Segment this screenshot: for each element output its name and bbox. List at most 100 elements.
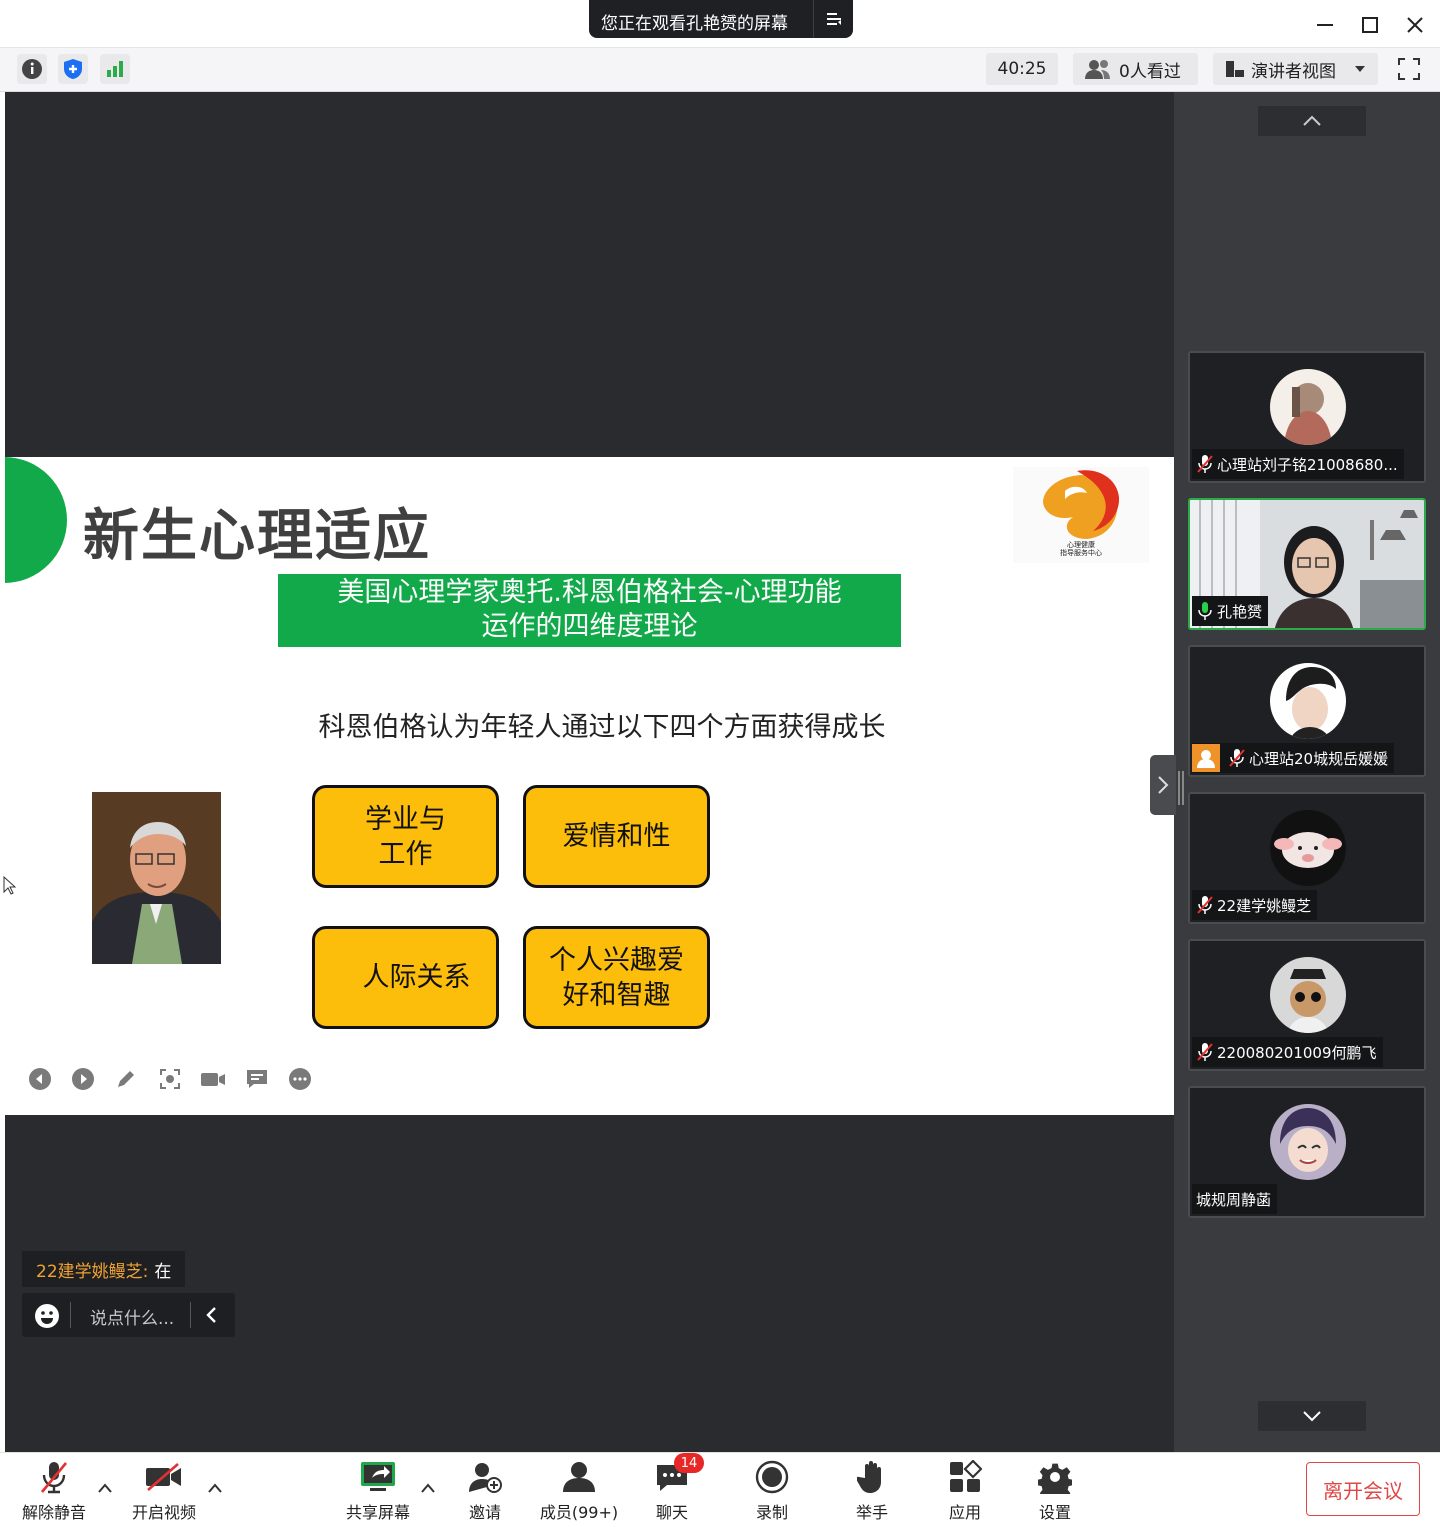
box-line: 个人兴趣爱	[549, 944, 684, 976]
chat-button[interactable]: 14 聊天	[642, 1453, 704, 1525]
chat-bubble: 22建学姚鳗芝: 在	[22, 1251, 186, 1287]
members-label: 成员(99+)	[539, 1503, 619, 1522]
participant-avatar	[1270, 369, 1346, 445]
add-user-icon	[469, 1463, 502, 1493]
leave-meeting-button[interactable]: 离开会议	[1306, 1462, 1420, 1516]
record-button[interactable]: 录制	[742, 1457, 802, 1525]
participant-name: 心理站20城规岳媛媛	[1249, 749, 1389, 768]
viewers-button[interactable]: 0人看过	[1073, 53, 1198, 85]
psych-center-logo: 心理健康 指导服务中心	[1013, 467, 1149, 563]
slide-green-circle	[5, 457, 67, 583]
meeting-timer: 40:25	[986, 53, 1058, 85]
unmute-label: 解除静音	[21, 1503, 86, 1522]
settings-label: 设置	[1038, 1503, 1071, 1522]
emoji-icon[interactable]	[34, 1303, 60, 1329]
gear-icon	[1038, 1463, 1072, 1494]
zoom-focus-icon[interactable]	[157, 1066, 183, 1092]
chat-input-bar[interactable]: 说点什么...	[22, 1293, 235, 1337]
raise-hand-button[interactable]: 举手	[842, 1457, 902, 1525]
active-mic-icon	[1198, 602, 1212, 620]
collapse-panel-icon[interactable]	[1150, 755, 1176, 815]
share-options-caret-icon[interactable]	[418, 1478, 438, 1498]
meeting-info-icon[interactable]	[17, 54, 47, 84]
participant-tile[interactable]: 220080201009何鹏飞	[1188, 939, 1426, 1071]
growth-box-relationships: 人际关系	[312, 926, 499, 1029]
muted-mic-icon	[1229, 749, 1245, 767]
next-slide-icon[interactable]	[70, 1066, 96, 1092]
close-button[interactable]	[1400, 10, 1430, 40]
chevron-left-icon[interactable]	[202, 1305, 222, 1325]
chat-unread-badge: 14	[674, 1453, 704, 1473]
participant-avatar	[1270, 810, 1346, 886]
apps-button[interactable]: 应用	[935, 1457, 995, 1525]
screen-share-banner[interactable]: 您正在观看孔艳赟的屏幕	[589, 0, 853, 38]
participant-avatar	[1270, 957, 1346, 1033]
participant-nametag: 心理站刘子铭21008680...	[1192, 449, 1404, 479]
participant-name: 孔艳赟	[1217, 602, 1263, 621]
share-screen-button[interactable]: 共享屏幕	[342, 1457, 414, 1525]
banner-menu-icon[interactable]	[813, 0, 853, 38]
viewers-count: 0人看过	[1119, 61, 1181, 82]
participant-tile-speaking[interactable]: 孔艳赟	[1188, 498, 1426, 630]
subtitle-icon[interactable]	[244, 1066, 270, 1092]
screen-share-banner-text: 您正在观看孔艳赟的屏幕	[601, 14, 788, 34]
scroll-down-icon[interactable]	[1258, 1401, 1366, 1431]
maximize-button[interactable]	[1355, 10, 1385, 40]
participant-tile[interactable]: 心理站刘子铭21008680...	[1188, 351, 1426, 483]
camera-icon[interactable]	[200, 1066, 226, 1092]
participant-nametag: 孔艳赟	[1192, 596, 1269, 626]
kernberg-portrait-image	[92, 792, 221, 964]
participant-video-panel: 心理站刘子铭21008680... 孔艳赟 心理站20城规岳媛媛 22建学姚鳗芝…	[1174, 92, 1440, 1452]
settings-button[interactable]: 设置	[1025, 1457, 1085, 1525]
start-video-button[interactable]: 开启视频	[128, 1457, 200, 1525]
divider	[190, 1302, 191, 1328]
members-icon	[563, 1462, 595, 1492]
pen-icon[interactable]	[113, 1066, 139, 1092]
apps-label: 应用	[948, 1503, 981, 1522]
participant-name: 220080201009何鹏飞	[1217, 1043, 1377, 1062]
participant-tile[interactable]: 心理站20城规岳媛媛	[1188, 645, 1426, 777]
unmute-button[interactable]: 解除静音	[18, 1457, 90, 1525]
fullscreen-icon[interactable]	[1393, 53, 1425, 85]
muted-mic-icon	[1197, 896, 1213, 914]
invite-button[interactable]: 邀请	[454, 1457, 516, 1525]
invite-label: 邀请	[468, 1503, 501, 1522]
participant-tile[interactable]: 22建学姚鳗芝	[1188, 792, 1426, 924]
box-line: 爱情和性	[562, 821, 671, 852]
hand-icon	[857, 1461, 881, 1493]
scroll-up-icon[interactable]	[1258, 106, 1366, 136]
previous-slide-icon[interactable]	[27, 1066, 53, 1092]
theory-banner: 美国心理学家奥托.科恩伯格社会-心理功能 运作的四维度理论	[278, 574, 901, 647]
growth-box-study-work: 学业与 工作	[312, 785, 499, 888]
members-button[interactable]: 成员(99+)	[536, 1457, 622, 1525]
network-signal-icon[interactable]	[100, 54, 130, 84]
growth-box-interests: 个人兴趣爱 好和智趣	[523, 926, 710, 1029]
video-options-caret-icon[interactable]	[205, 1478, 225, 1498]
people-icon	[1085, 60, 1110, 79]
chat-sender: 22建学姚鳗芝:	[36, 1261, 149, 1282]
mouse-cursor-icon	[3, 876, 17, 895]
participant-name: 心理站刘子铭21008680...	[1217, 455, 1398, 474]
chat-input-placeholder[interactable]: 说点什么...	[90, 1304, 174, 1329]
panel-resize-handle[interactable]	[1178, 771, 1184, 805]
slide-intro-text: 科恩伯格认为年轻人通过以下四个方面获得成长	[318, 712, 886, 743]
logo-caption: 心理健康 指导服务中心	[1060, 541, 1102, 557]
box-line: 人际关系	[362, 962, 471, 993]
participant-avatar	[1270, 1104, 1346, 1180]
view-mode-dropdown[interactable]: 演讲者视图	[1213, 53, 1378, 85]
start-video-label: 开启视频	[131, 1503, 196, 1522]
share-screen-label: 共享屏幕	[345, 1503, 410, 1522]
participant-nametag: 心理站20城规岳媛媛	[1192, 743, 1395, 773]
participant-nametag: 22建学姚鳗芝	[1192, 890, 1318, 920]
security-shield-icon[interactable]	[58, 54, 88, 84]
audio-options-caret-icon[interactable]	[95, 1478, 115, 1498]
more-options-icon[interactable]	[287, 1066, 313, 1092]
caret-down-icon	[1355, 66, 1365, 72]
box-line: 好和智趣	[562, 979, 671, 1011]
muted-mic-icon	[1197, 455, 1213, 473]
chat-label: 聊天	[655, 1503, 688, 1522]
participant-tile[interactable]: 城规周静菡	[1188, 1086, 1426, 1218]
meeting-info-bar: 40:25 0人看过 演讲者视图	[0, 48, 1440, 92]
minimize-button[interactable]	[1310, 10, 1340, 40]
host-badge-icon	[1192, 744, 1220, 772]
